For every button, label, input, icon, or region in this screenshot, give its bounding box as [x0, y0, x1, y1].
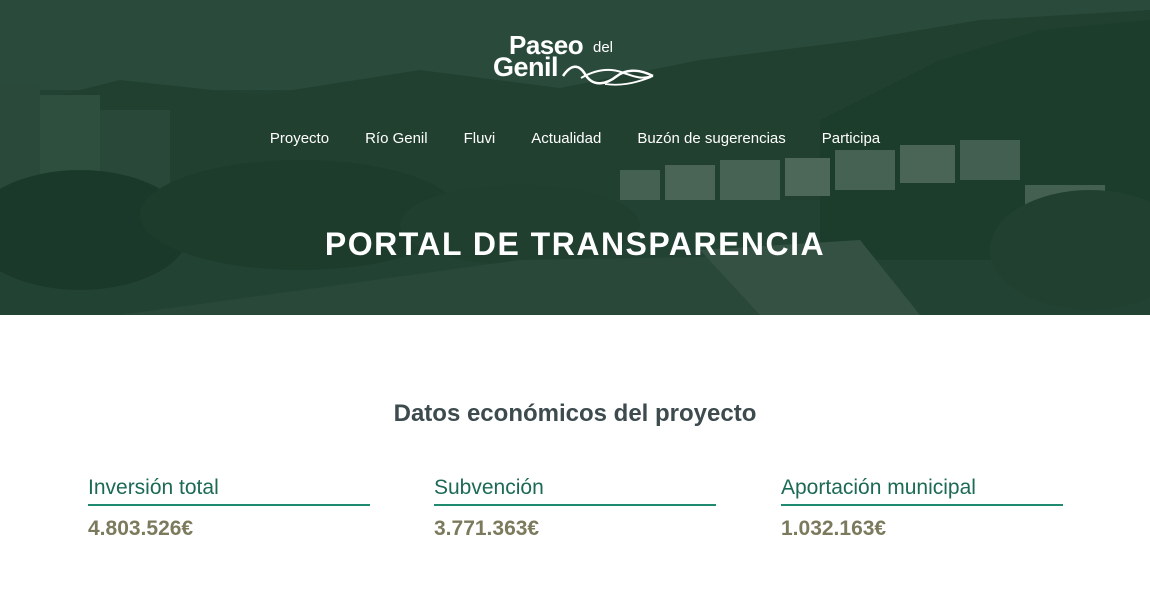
nav-item-fluvi[interactable]: Fluvi — [464, 130, 496, 147]
stat-value: 3.771.363€ — [434, 517, 540, 540]
page-title: PORTAL DE TRANSPARENCIA — [324, 226, 826, 262]
stat-value: 4.803.526€ — [88, 517, 194, 540]
site-logo[interactable]: Paseo del Genil — [493, 30, 658, 94]
stat-inversion-total: Inversión total 4.803.526€ — [88, 476, 370, 541]
main-navigation: Proyecto Río Genil Fluvi Actualidad Buzó… — [0, 130, 1150, 147]
nav-item-proyecto[interactable]: Proyecto — [270, 130, 329, 147]
stat-label: Inversión total — [88, 476, 370, 506]
nav-item-rio-genil[interactable]: Río Genil — [365, 130, 428, 147]
stat-label: Aportación municipal — [781, 476, 1063, 506]
stat-value: 1.032.163€ — [781, 517, 887, 540]
section-title: Datos económicos del proyecto — [393, 400, 757, 427]
hero-banner: Paseo del Genil Proyecto Río Genil Fluvi… — [0, 0, 1150, 315]
logo-wave-icon — [561, 65, 654, 86]
stat-subvencion: Subvención 3.771.363€ — [434, 476, 716, 541]
nav-item-participa[interactable]: Participa — [822, 130, 880, 147]
stat-aportacion-municipal: Aportación municipal 1.032.163€ — [781, 476, 1063, 541]
nav-item-buzon-de-sugerencias[interactable]: Buzón de sugerencias — [637, 130, 785, 147]
nav-item-actualidad[interactable]: Actualidad — [531, 130, 601, 147]
logo-text-genil: Genil — [493, 52, 559, 82]
stat-label: Subvención — [434, 476, 716, 506]
logo-text-del: del — [593, 39, 614, 56]
